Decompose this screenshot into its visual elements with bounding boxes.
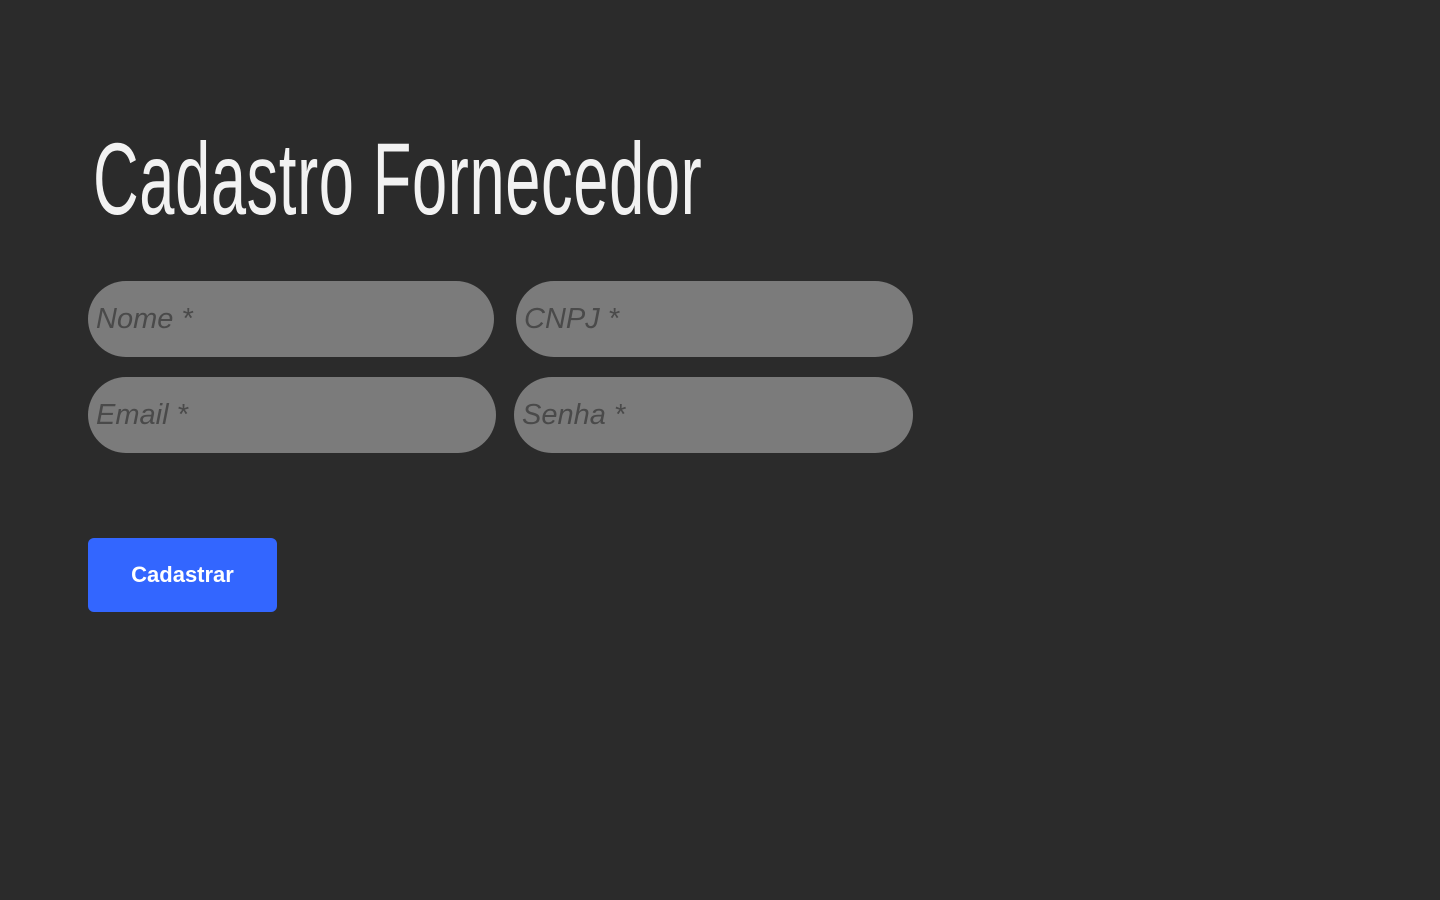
email-input[interactable] [88, 377, 496, 453]
cnpj-input[interactable] [516, 281, 913, 357]
page-title: Cadastro Fornecedor [93, 122, 703, 236]
password-input[interactable] [514, 377, 913, 453]
name-input[interactable] [88, 281, 494, 357]
register-button[interactable]: Cadastrar [88, 538, 277, 612]
